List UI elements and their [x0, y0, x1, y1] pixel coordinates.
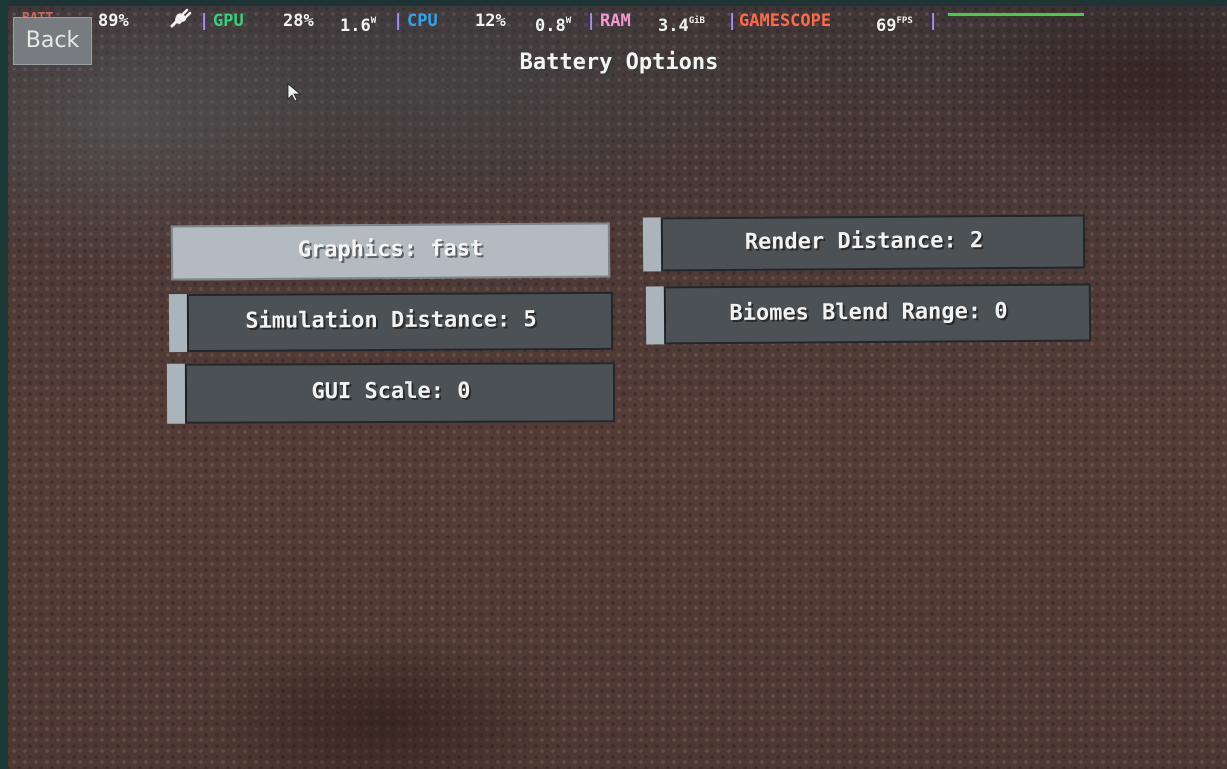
simulation-distance-slider[interactable]: Simulation Distance: 5 — [168, 291, 614, 353]
cpu-label: CPU — [407, 11, 438, 31]
gpu-power-unit: W — [370, 16, 377, 26]
plug-icon — [170, 8, 192, 36]
gpu-power: 1.6W — [340, 8, 376, 39]
gpu-label: GPU — [213, 11, 244, 31]
ram-value: 3.4 — [658, 16, 689, 36]
separator: | — [586, 11, 597, 31]
separator: | — [928, 11, 939, 31]
separator: | — [727, 11, 738, 31]
graphics-mode-label: Graphics: fast — [297, 236, 484, 263]
gamescope-label: GAMESCOPE — [739, 11, 832, 31]
gui-scale-slider[interactable]: GUI Scale: 0 — [166, 362, 616, 424]
separator: | — [393, 11, 404, 31]
slider-handle[interactable] — [645, 286, 667, 345]
screen-left-edge — [0, 0, 8, 769]
fps-unit: FPS — [896, 16, 913, 26]
cpu-power-unit: W — [565, 16, 572, 26]
separator: | — [199, 11, 210, 31]
ram-usage: 3.4GiB — [658, 8, 705, 39]
cpu-power-value: 0.8 — [535, 16, 566, 36]
battery-percent: 89% — [98, 11, 129, 31]
gpu-power-value: 1.6 — [340, 16, 371, 36]
gpu-usage: 28% — [283, 11, 314, 31]
graphics-mode-button[interactable]: Graphics: fast — [170, 222, 611, 281]
gui-scale-label: GUI Scale: 0 — [311, 378, 471, 405]
ram-label: RAM — [600, 11, 631, 31]
biomes-blend-range-label: Biomes Blend Range: 0 — [729, 299, 1008, 326]
performance-overlay: BATT 89% | GPU 28% 1.6W | CPU 12% 0.8W |… — [0, 8, 1227, 36]
frametime-graph — [948, 13, 1084, 16]
render-distance-label: Render Distance: 2 — [744, 228, 984, 255]
biomes-blend-range-slider[interactable]: Biomes Blend Range: 0 — [645, 283, 1092, 345]
slider-handle[interactable] — [168, 294, 190, 353]
cpu-power: 0.8W — [535, 8, 571, 39]
mouse-cursor-icon — [287, 83, 302, 102]
render-distance-slider[interactable]: Render Distance: 2 — [642, 214, 1086, 272]
slider-handle[interactable] — [642, 217, 664, 272]
ram-unit: GiB — [688, 16, 705, 26]
screen-top-edge — [0, 0, 1227, 6]
screen-title: Battery Options — [519, 50, 719, 75]
simulation-distance-label: Simulation Distance: 5 — [245, 307, 537, 334]
cpu-usage: 12% — [475, 11, 506, 31]
fps-readout: 69FPS — [876, 8, 913, 39]
slider-handle[interactable] — [166, 363, 188, 424]
fps-value: 69 — [876, 16, 897, 36]
